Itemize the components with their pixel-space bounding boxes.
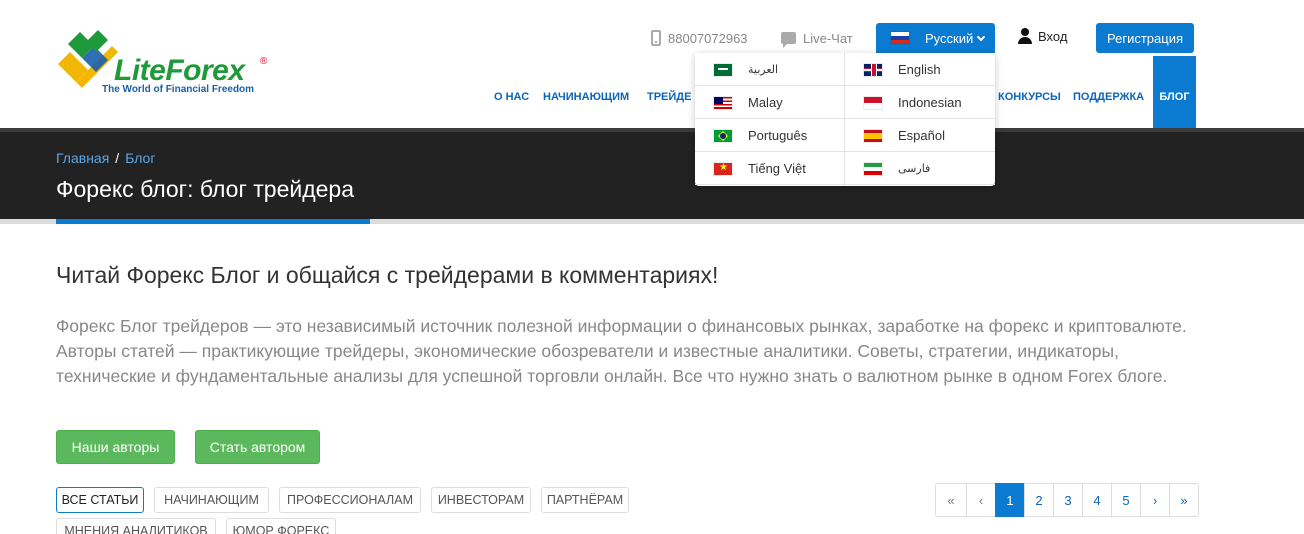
- dropdown-column-divider: [844, 53, 845, 186]
- language-option-english[interactable]: English: [845, 53, 941, 86]
- nav-item-traders[interactable]: ТРЕЙДЕ: [647, 56, 691, 128]
- user-icon: [1018, 28, 1032, 44]
- nav-item-contests[interactable]: КОНКУРСЫ: [998, 56, 1061, 128]
- breadcrumb: Главная / Блог: [56, 150, 155, 166]
- become-author-button[interactable]: Стать автором: [195, 430, 320, 464]
- language-label: Tiếng Việt: [748, 161, 806, 176]
- chevron-down-icon: [977, 32, 986, 41]
- pagination-prev[interactable]: ‹: [966, 483, 996, 517]
- language-row: Tiếng Việt فارسی: [695, 152, 995, 185]
- pagination-next[interactable]: ›: [1140, 483, 1170, 517]
- tag-investors[interactable]: ИНВЕСТОРАМ: [431, 487, 531, 513]
- nav-item-blog[interactable]: БЛОГ: [1153, 56, 1196, 128]
- phone-icon: [651, 30, 661, 46]
- our-authors-button[interactable]: Наши авторы: [56, 430, 175, 464]
- nav-item-about[interactable]: О НАС: [494, 56, 529, 128]
- pagination-last[interactable]: »: [1169, 483, 1199, 517]
- current-language-label: Русский: [925, 30, 974, 46]
- language-label: Português: [748, 128, 808, 143]
- breadcrumb-home-link[interactable]: Главная: [56, 150, 109, 166]
- language-row: Malay Indonesian: [695, 86, 995, 119]
- tag-all-articles[interactable]: ВСЕ СТАТЬИ: [56, 487, 144, 513]
- page-title: Форекс блог: блог трейдера: [56, 176, 355, 202]
- language-label: Indonesian: [898, 95, 962, 110]
- russia-flag-icon: [891, 32, 909, 44]
- register-button[interactable]: Регистрация: [1096, 23, 1194, 53]
- pagination-page-5[interactable]: 5: [1111, 483, 1141, 517]
- tag-beginners[interactable]: НАЧИНАЮЩИМ: [154, 487, 269, 513]
- language-label: Malay: [748, 95, 783, 110]
- page-banner: [0, 128, 1304, 220]
- language-option-portuguese[interactable]: Português: [695, 119, 807, 152]
- pagination-page-3[interactable]: 3: [1053, 483, 1083, 517]
- phone-link[interactable]: 88007072963: [651, 28, 748, 48]
- blog-headline: Читай Форекс Блог и общайся с трейдерами…: [56, 262, 719, 288]
- language-label: English: [898, 62, 941, 77]
- language-row: العربية English: [695, 53, 995, 86]
- brazil-flag-icon: [714, 129, 732, 142]
- pagination-page-1[interactable]: 1: [995, 483, 1025, 517]
- language-label: Español: [898, 128, 945, 143]
- banner-accent-bar: [56, 219, 370, 224]
- language-option-indonesian[interactable]: Indonesian: [845, 86, 962, 119]
- pagination: « ‹ 1 2 3 4 5 › »: [935, 483, 1199, 517]
- liteforex-logo[interactable]: LiteForex ® The World of Financial Freed…: [54, 30, 274, 100]
- tag-analyst-opinions[interactable]: МНЕНИЯ АНАЛИТИКОВ: [56, 518, 216, 534]
- tag-forex-humor[interactable]: ЮМОР ФОРЕКС: [226, 518, 336, 534]
- chat-icon: [781, 32, 796, 48]
- phone-number: 88007072963: [668, 30, 748, 46]
- indonesia-flag-icon: [864, 96, 882, 109]
- language-option-malay[interactable]: Malay: [695, 86, 783, 119]
- vietnam-flag-icon: [714, 161, 732, 175]
- site-header: LiteForex ® The World of Financial Freed…: [0, 0, 1304, 128]
- registered-mark: ®: [260, 56, 268, 67]
- live-chat-label: Live-Чат: [803, 30, 853, 46]
- language-row: Português Español: [695, 119, 995, 152]
- uk-flag-icon: [864, 63, 882, 76]
- language-option-arabic[interactable]: العربية: [695, 53, 778, 86]
- spain-flag-icon: [864, 129, 882, 142]
- live-chat-link[interactable]: Live-Чат: [781, 28, 853, 48]
- login-label: Вход: [1038, 28, 1068, 44]
- iran-flag-icon: [864, 162, 882, 175]
- language-option-persian[interactable]: فارسی: [845, 152, 930, 185]
- nav-item-support[interactable]: ПОДДЕРЖКА: [1073, 56, 1144, 128]
- language-option-spanish[interactable]: Español: [845, 119, 945, 152]
- language-label: فارسی: [898, 163, 931, 175]
- breadcrumb-current-link[interactable]: Блог: [125, 150, 155, 166]
- pagination-first[interactable]: «: [935, 483, 967, 517]
- language-dropdown: العربية English Malay Indonesian Portugu…: [695, 53, 995, 186]
- pagination-page-2[interactable]: 2: [1024, 483, 1054, 517]
- breadcrumb-separator: /: [115, 150, 120, 166]
- tag-partners[interactable]: ПАРТНЁРАМ: [541, 487, 629, 513]
- logo-tagline: The World of Financial Freedom: [102, 84, 255, 95]
- login-link[interactable]: Вход: [1018, 28, 1067, 44]
- saudi-arabia-flag-icon: [714, 63, 732, 76]
- language-selector-button[interactable]: Русский: [876, 23, 995, 53]
- language-option-vietnamese[interactable]: Tiếng Việt: [695, 152, 806, 185]
- nav-item-beginners[interactable]: НАЧИНАЮЩИМ: [543, 56, 629, 128]
- blog-intro-text: Форекс Блог трейдеров — это независимый …: [56, 316, 1187, 386]
- tag-professionals[interactable]: ПРОФЕССИОНАЛАМ: [279, 487, 421, 513]
- pagination-page-4[interactable]: 4: [1082, 483, 1112, 517]
- language-label: العربية: [748, 64, 779, 76]
- malaysia-flag-icon: [714, 96, 732, 109]
- logo-wordmark: LiteForex: [114, 54, 245, 87]
